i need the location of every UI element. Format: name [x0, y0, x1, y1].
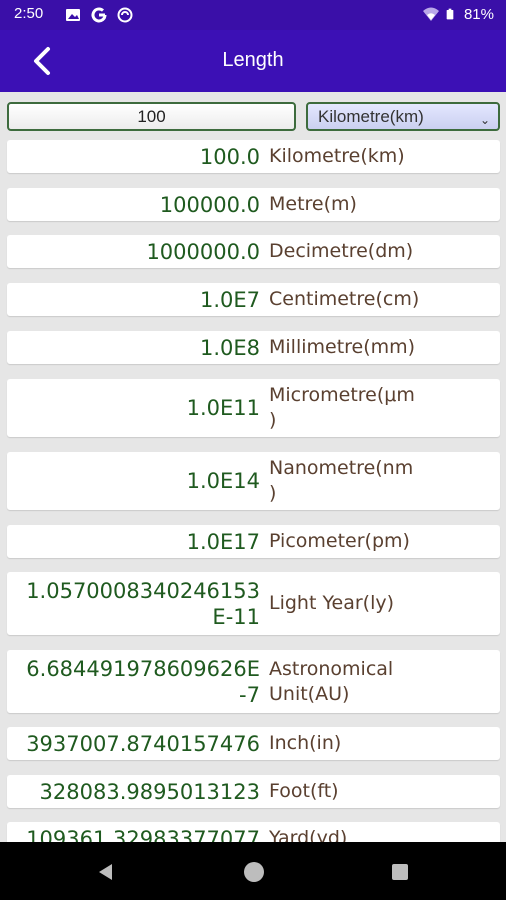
result-list[interactable]: 100.0 Kilometre(km) 100000.0 Metre(m) 100000…: [0, 140, 506, 842]
result-unit: Metre(m): [269, 193, 357, 215]
status-time: 2:50: [14, 5, 44, 22]
status-bar: 2:50 81%: [0, 0, 506, 30]
result-value: 6.684491978609626E -7: [26, 656, 260, 707]
result-unit: Light Year(ly): [269, 592, 395, 614]
result-row[interactable]: 328083.9895013123 Foot(ft): [7, 775, 500, 808]
result-row[interactable]: 3937007.8740157476 Inch(in): [7, 727, 500, 760]
result-row[interactable]: 6.684491978609626E -7 Astronomical Unit(AU): [7, 650, 500, 713]
result-value: 1.0E8: [199, 335, 260, 360]
result-row[interactable]: 100.0 Kilometre(km): [7, 140, 500, 173]
result-unit: Yard(yd): [269, 827, 348, 842]
result-row[interactable]: 1.0E8 Millimetre(mm): [7, 331, 500, 364]
unit-select[interactable]: Kilometre(km) ⌄: [306, 102, 500, 131]
nav-home-button[interactable]: [240, 858, 268, 886]
result-row[interactable]: 109361.32983377077 Yard(yd): [7, 822, 500, 842]
result-unit: Micrometre(μm): [269, 384, 415, 431]
app-bar: Length: [0, 30, 506, 92]
nav-recents-button[interactable]: [386, 858, 414, 886]
result-unit: Picometer(pm): [269, 530, 410, 552]
wifi-icon: [422, 7, 439, 21]
result-row[interactable]: 1.0E14 Nanometre(nm): [7, 452, 500, 510]
result-unit: Foot(ft): [269, 780, 339, 802]
result-value: 1.0E14: [186, 469, 260, 493]
converter-input-row: Kilometre(km) ⌄: [0, 92, 506, 140]
result-unit: Millimetre(mm): [269, 336, 416, 358]
unit-select-label: Kilometre(km): [318, 107, 424, 126]
result-value: 1.0E7: [199, 287, 260, 312]
result-unit: Inch(in): [269, 732, 342, 754]
result-row[interactable]: 1.0E11 Micrometre(μm): [7, 379, 500, 437]
square-recents-icon: [392, 864, 408, 880]
circle-home-icon: [244, 862, 264, 882]
nav-back-button[interactable]: [92, 858, 120, 886]
result-row[interactable]: 1.0E7 Centimetre(cm): [7, 283, 500, 316]
result-value: 1.0E17: [186, 529, 260, 554]
result-value: 100.0: [199, 144, 260, 169]
result-unit: Astronomical Unit(AU): [269, 657, 394, 705]
result-row[interactable]: 1.0E17 Picometer(pm): [7, 525, 500, 558]
result-value: 3937007.8740157476: [26, 731, 260, 756]
google-icon: [91, 7, 107, 23]
result-value: 1.0E11: [186, 396, 260, 420]
result-value: 328083.9895013123: [39, 779, 260, 804]
image-icon: [66, 9, 80, 21]
result-value: 1.0570008340246153 E-11: [26, 578, 260, 629]
result-value: 1000000.0: [146, 239, 260, 264]
result-row[interactable]: 1.0570008340246153 E-11 Light Year(ly): [7, 572, 500, 635]
status-right: 81%: [422, 5, 494, 23]
system-nav-bar: [0, 842, 506, 900]
result-unit: Nanometre(nm): [269, 457, 414, 504]
result-unit: Kilometre(km): [269, 145, 405, 167]
sync-icon: [117, 7, 133, 23]
triangle-back-icon: [99, 864, 112, 880]
result-row[interactable]: 1000000.0 Decimetre(dm): [7, 235, 500, 268]
result-unit: Decimetre(dm): [269, 240, 414, 262]
battery-icon: [446, 8, 454, 20]
value-input[interactable]: [7, 102, 296, 131]
result-row[interactable]: 100000.0 Metre(m): [7, 188, 500, 221]
result-unit: Centimetre(cm): [269, 288, 420, 310]
result-value: 100000.0: [159, 192, 260, 217]
page-title: Length: [222, 49, 284, 71]
chevron-down-icon: ⌄: [479, 113, 490, 127]
battery-percent: 81%: [463, 5, 494, 23]
notification-icons: [64, 6, 134, 24]
result-value: 109361.32983377077: [26, 826, 260, 843]
